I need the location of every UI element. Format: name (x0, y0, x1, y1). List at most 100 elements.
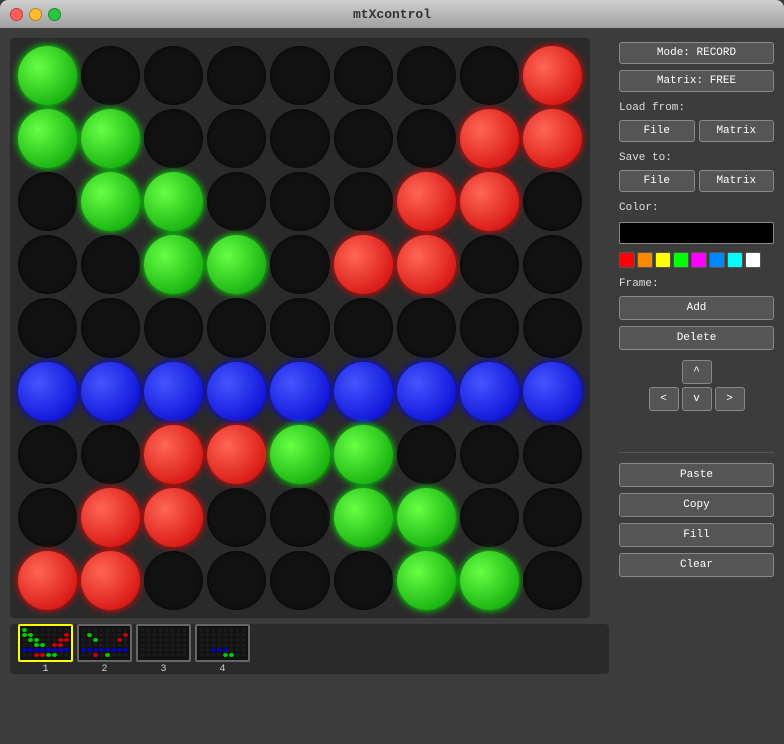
grid-cell-60[interactable] (397, 425, 456, 484)
save-file-button[interactable]: File (619, 170, 695, 192)
grid-cell-24[interactable] (397, 172, 456, 231)
clear-button[interactable]: Clear (619, 553, 774, 577)
matrix-button[interactable]: Matrix: FREE (619, 70, 774, 92)
palette-green[interactable] (673, 252, 689, 268)
grid-cell-59[interactable] (334, 425, 393, 484)
paste-button[interactable]: Paste (619, 463, 774, 487)
frame-add-button[interactable]: Add (619, 296, 774, 320)
grid-cell-38[interactable] (144, 298, 203, 357)
grid-cell-47[interactable] (144, 362, 203, 421)
grid-cell-72[interactable] (18, 551, 77, 610)
grid-cell-33[interactable] (397, 235, 456, 294)
frame-3[interactable]: 3 (136, 624, 191, 675)
grid-cell-9[interactable] (18, 109, 77, 168)
palette-cyan[interactable] (727, 252, 743, 268)
grid-cell-73[interactable] (81, 551, 140, 610)
grid-cell-27[interactable] (18, 235, 77, 294)
grid-cell-3[interactable] (207, 46, 266, 105)
fill-button[interactable]: Fill (619, 523, 774, 547)
grid-cell-41[interactable] (334, 298, 393, 357)
grid-cell-40[interactable] (270, 298, 329, 357)
grid-cell-63[interactable] (18, 488, 77, 547)
grid-cell-5[interactable] (334, 46, 393, 105)
frame-delete-button[interactable]: Delete (619, 326, 774, 350)
grid-cell-66[interactable] (207, 488, 266, 547)
grid-cell-53[interactable] (523, 362, 582, 421)
load-matrix-button[interactable]: Matrix (699, 120, 775, 142)
grid-cell-57[interactable] (207, 425, 266, 484)
nav-right-button[interactable]: > (715, 387, 745, 411)
grid-cell-77[interactable] (334, 551, 393, 610)
color-swatch[interactable] (619, 222, 774, 244)
grid-cell-25[interactable] (460, 172, 519, 231)
grid-cell-23[interactable] (334, 172, 393, 231)
grid-cell-34[interactable] (460, 235, 519, 294)
grid-cell-10[interactable] (81, 109, 140, 168)
grid-cell-4[interactable] (270, 46, 329, 105)
nav-up-button[interactable]: ^ (682, 360, 712, 384)
grid-cell-15[interactable] (397, 109, 456, 168)
palette-magenta[interactable] (691, 252, 707, 268)
grid-cell-28[interactable] (81, 235, 140, 294)
grid-cell-64[interactable] (81, 488, 140, 547)
grid-cell-62[interactable] (523, 425, 582, 484)
grid-cell-74[interactable] (144, 551, 203, 610)
grid-cell-19[interactable] (81, 172, 140, 231)
palette-white[interactable] (745, 252, 761, 268)
grid-cell-55[interactable] (81, 425, 140, 484)
grid-cell-80[interactable] (523, 551, 582, 610)
grid-cell-16[interactable] (460, 109, 519, 168)
grid-cell-7[interactable] (460, 46, 519, 105)
minimize-button[interactable] (29, 8, 42, 21)
grid-cell-30[interactable] (207, 235, 266, 294)
grid-cell-0[interactable] (18, 46, 77, 105)
grid-cell-58[interactable] (270, 425, 329, 484)
grid-cell-20[interactable] (144, 172, 203, 231)
close-button[interactable] (10, 8, 23, 21)
grid-cell-6[interactable] (397, 46, 456, 105)
grid-cell-14[interactable] (334, 109, 393, 168)
grid-cell-65[interactable] (144, 488, 203, 547)
grid-cell-1[interactable] (81, 46, 140, 105)
grid-cell-44[interactable] (523, 298, 582, 357)
palette-blue[interactable] (709, 252, 725, 268)
grid-cell-51[interactable] (397, 362, 456, 421)
maximize-button[interactable] (48, 8, 61, 21)
palette-orange[interactable] (637, 252, 653, 268)
frame-2[interactable]: 2 (77, 624, 132, 675)
grid-cell-43[interactable] (460, 298, 519, 357)
nav-left-button[interactable]: < (649, 387, 679, 411)
grid-cell-61[interactable] (460, 425, 519, 484)
grid-cell-35[interactable] (523, 235, 582, 294)
grid-cell-50[interactable] (334, 362, 393, 421)
copy-button[interactable]: Copy (619, 493, 774, 517)
grid-cell-21[interactable] (207, 172, 266, 231)
frame-4[interactable]: 4 (195, 624, 250, 675)
save-matrix-button[interactable]: Matrix (699, 170, 775, 192)
grid-cell-36[interactable] (18, 298, 77, 357)
grid-cell-31[interactable] (270, 235, 329, 294)
grid-cell-49[interactable] (270, 362, 329, 421)
grid-cell-32[interactable] (334, 235, 393, 294)
grid-cell-68[interactable] (334, 488, 393, 547)
grid-cell-22[interactable] (270, 172, 329, 231)
grid-cell-70[interactable] (460, 488, 519, 547)
grid-cell-78[interactable] (397, 551, 456, 610)
grid-cell-12[interactable] (207, 109, 266, 168)
grid-cell-48[interactable] (207, 362, 266, 421)
mode-button[interactable]: Mode: RECORD (619, 42, 774, 64)
grid-cell-18[interactable] (18, 172, 77, 231)
nav-down-button[interactable]: v (682, 387, 712, 411)
grid-cell-46[interactable] (81, 362, 140, 421)
grid-cell-39[interactable] (207, 298, 266, 357)
load-file-button[interactable]: File (619, 120, 695, 142)
grid-cell-45[interactable] (18, 362, 77, 421)
grid-cell-11[interactable] (144, 109, 203, 168)
grid-cell-54[interactable] (18, 425, 77, 484)
grid-cell-42[interactable] (397, 298, 456, 357)
grid-cell-67[interactable] (270, 488, 329, 547)
grid-cell-52[interactable] (460, 362, 519, 421)
grid-cell-69[interactable] (397, 488, 456, 547)
palette-yellow[interactable] (655, 252, 671, 268)
frame-1[interactable]: 1 (18, 624, 73, 675)
